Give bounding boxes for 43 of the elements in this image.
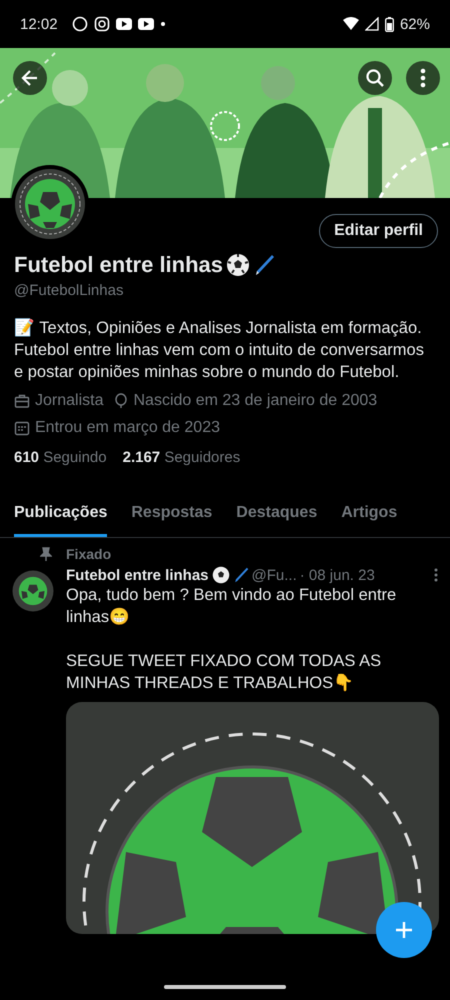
play-icon bbox=[116, 16, 132, 32]
briefcase-icon bbox=[14, 393, 30, 409]
post-date: · 08 jun. 23 bbox=[300, 566, 375, 584]
profile-bio: 📝 Textos, Opiniões e Analises Jornalista em formação. Futebol entre linhas vem com o intuito de conversarmos e postar opiniões minhas sobre o mundo do Futebol. bbox=[14, 319, 424, 381]
camera-icon bbox=[94, 16, 110, 32]
profile-tab[interactable]: Publicações bbox=[14, 494, 108, 537]
battery-level: 62% bbox=[400, 16, 430, 32]
dot-icon bbox=[160, 21, 166, 27]
followers-link[interactable]: 2.167 Seguidores bbox=[122, 449, 240, 466]
wifi-icon bbox=[342, 17, 359, 31]
following-link[interactable]: 610 Seguindo bbox=[14, 449, 107, 466]
author-avatar[interactable] bbox=[12, 570, 54, 612]
more-icon bbox=[420, 68, 426, 88]
birth-date-text: Nascido em 23 de janeiro de 2003 bbox=[133, 392, 378, 410]
pin-icon bbox=[40, 547, 52, 561]
balloon-icon bbox=[114, 393, 128, 409]
edit-profile-button[interactable]: Editar perfil bbox=[319, 214, 438, 248]
profile-tab[interactable]: Destaques bbox=[236, 494, 318, 537]
signal-icon bbox=[364, 17, 379, 31]
post-handle: @Fu... bbox=[252, 566, 297, 584]
pinned-label: Fixado bbox=[66, 546, 112, 562]
calendar-icon bbox=[14, 420, 30, 436]
post-text: Opa, tudo bem ? Bem vindo ao Futebol entre linhas😁 bbox=[66, 586, 396, 626]
post-text: SEGUE TWEET FIXADO COM TODAS AS MINHAS THREADS E TRABALHOS👇 bbox=[66, 652, 382, 692]
pen-icon bbox=[253, 253, 276, 277]
profile-handle: @FutebolLinhas bbox=[14, 282, 124, 299]
profession-text: Jornalista bbox=[35, 392, 104, 410]
play-icon bbox=[138, 16, 154, 32]
chat-bubble-icon bbox=[72, 16, 88, 32]
joined-date-text: Entrou em março de 2023 bbox=[35, 419, 220, 437]
status-time: 12:02 bbox=[20, 16, 58, 32]
profile-name: Futebol entre linhas bbox=[14, 252, 224, 278]
profile-tab[interactable]: Artigos bbox=[341, 494, 398, 537]
soccer-ball-icon bbox=[226, 253, 250, 277]
back-arrow-icon bbox=[20, 68, 40, 88]
battery-icon bbox=[384, 16, 394, 32]
more-icon[interactable] bbox=[434, 568, 438, 582]
search-icon bbox=[365, 68, 385, 88]
pen-icon bbox=[232, 566, 249, 584]
soccer-ball-icon bbox=[212, 566, 230, 584]
profile-tab[interactable]: Respostas bbox=[131, 494, 212, 537]
plus-icon bbox=[394, 920, 414, 940]
post-author: Futebol entre linhas bbox=[66, 566, 209, 584]
